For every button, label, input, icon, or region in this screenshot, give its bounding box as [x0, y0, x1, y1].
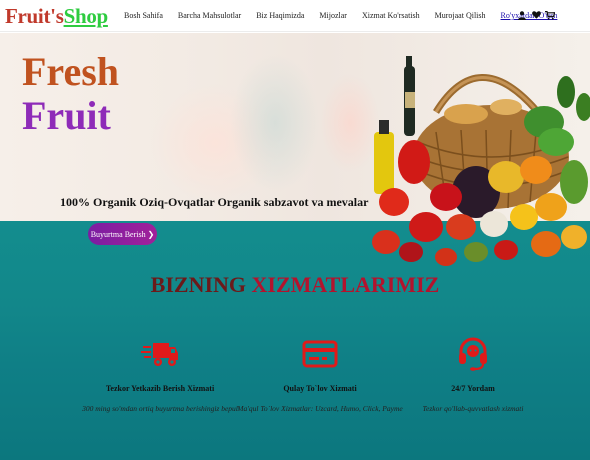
brand-logo[interactable]: Fruit'sShop	[5, 4, 108, 29]
nav-icons	[517, 9, 555, 21]
services-title: BIZNING XIZMATLARIMIZ	[150, 272, 440, 297]
nav-item-contact[interactable]: Murojaat Qilish	[435, 11, 486, 20]
delivery-truck-icon	[140, 336, 180, 372]
heart-icon[interactable]	[531, 9, 541, 21]
hero-title-fresh: Fresh	[22, 49, 120, 94]
headset-support-icon	[453, 336, 493, 372]
hero-blur-decoration	[230, 53, 320, 193]
produce-basket-image	[372, 56, 590, 266]
nav-item-about[interactable]: Biz Haqimizda	[256, 11, 304, 20]
user-icon[interactable]	[517, 9, 527, 21]
nav-item-clients[interactable]: Mijozlar	[319, 11, 347, 20]
service-name: 24/7 Yordam	[451, 384, 495, 393]
navbar: Fruit'sShop Bosh Sahifa Barcha Mahsulotl…	[0, 0, 590, 32]
cart-icon[interactable]	[545, 9, 555, 21]
hero-title-fruit: Fruit	[22, 93, 111, 138]
hero-tagline: 100% Organik Oziq-Ovqatlar Organik sabza…	[60, 195, 369, 209]
order-button[interactable]: Buyurtma Berish ❯	[88, 223, 157, 245]
nav-item-home[interactable]: Bosh Sahifa	[124, 11, 163, 20]
service-description: Tezkor qo'llab-quvvatlash xizmati	[422, 404, 524, 413]
service-card-support: 24/7 Yordam Tezkor qo'llab-quvvatlash xi…	[378, 336, 568, 413]
nav-item-services[interactable]: Xizmat Ko'rsatish	[362, 11, 420, 20]
nav-links: Bosh Sahifa Barcha Mahsulotlar Biz Haqim…	[124, 11, 565, 20]
payment-card-icon	[300, 336, 340, 372]
nav-item-products[interactable]: Barcha Mahsulotlar	[178, 11, 241, 20]
